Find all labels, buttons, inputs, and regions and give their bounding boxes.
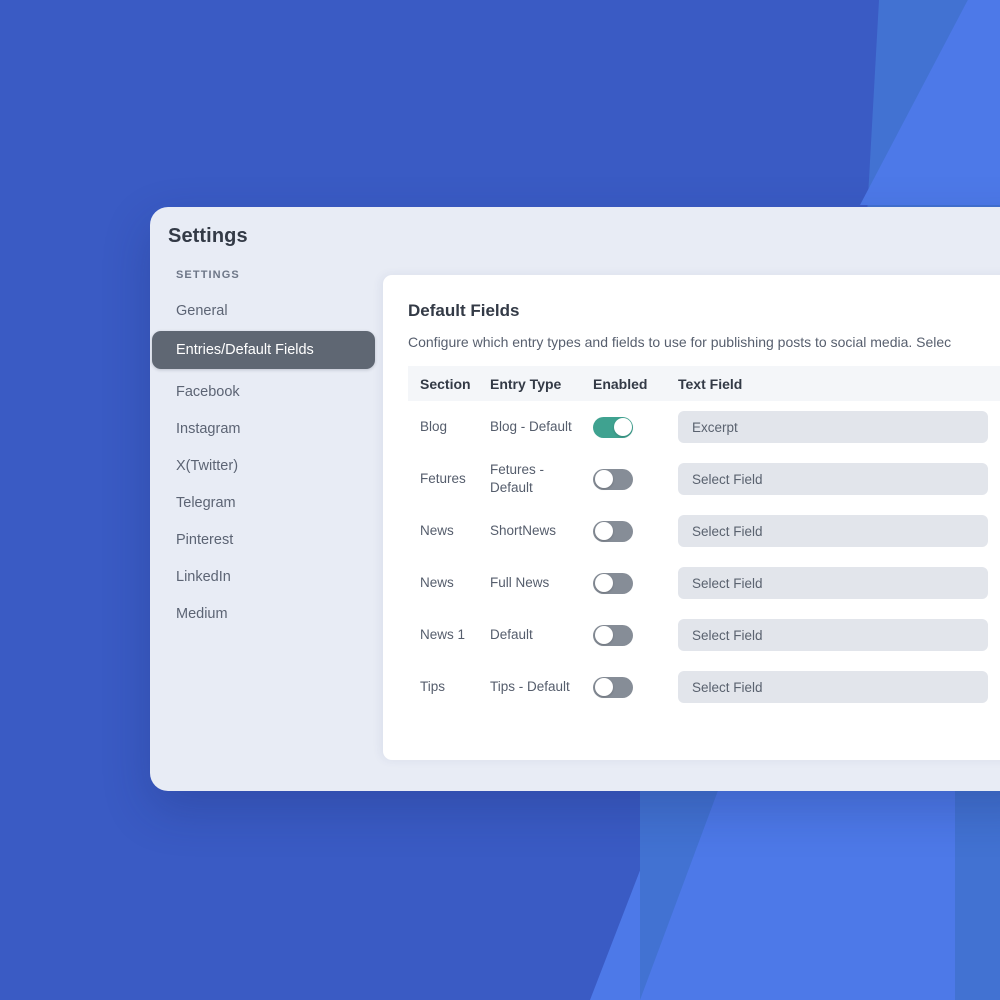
sidebar-item-pinterest[interactable]: Pinterest <box>152 523 375 557</box>
enabled-toggle[interactable] <box>593 624 633 646</box>
table-row: News 1 Default Select Field <box>408 609 1000 661</box>
column-header-enabled: Enabled <box>593 375 648 392</box>
cell-text-field: Select Field <box>678 463 988 495</box>
enabled-toggle[interactable] <box>593 416 633 438</box>
sidebar-item-facebook[interactable]: Facebook <box>152 375 375 409</box>
cell-enabled <box>593 520 678 542</box>
cell-enabled <box>593 624 678 646</box>
enabled-toggle[interactable] <box>593 468 633 490</box>
cell-text-field: Select Field <box>678 515 988 547</box>
table-row: Tips Tips - Default Select Field <box>408 661 1000 713</box>
text-field-select[interactable]: Select Field <box>678 463 988 495</box>
cell-text-field: Excerpt <box>678 411 988 443</box>
cell-enabled <box>593 676 678 698</box>
panel-title: Default Fields <box>408 301 520 320</box>
sidebar-group-label: SETTINGS <box>176 269 240 281</box>
text-field-select[interactable]: Select Field <box>678 515 988 547</box>
column-header-section: Section <box>420 375 471 392</box>
background-wedge-far-right <box>955 760 1000 1000</box>
sidebar-item-general[interactable]: General <box>152 294 375 328</box>
cell-text-field: Select Field <box>678 619 988 651</box>
text-field-select[interactable]: Excerpt <box>678 411 988 443</box>
cell-entry-type: Blog - Default <box>490 419 572 434</box>
cell-enabled <box>593 572 678 594</box>
default-fields-table: Section Entry Type Enabled Text Field Bl… <box>408 366 1000 713</box>
sidebar-item-linkedin[interactable]: LinkedIn <box>152 560 375 594</box>
table-header-row: Section Entry Type Enabled Text Field <box>408 366 1000 401</box>
cell-entry-type: Full News <box>490 575 550 590</box>
text-field-select[interactable]: Select Field <box>678 619 988 651</box>
toggle-knob-icon <box>594 626 613 644</box>
column-header-text-field: Text Field <box>678 375 743 392</box>
panel-description: Configure which entry types and fields t… <box>408 334 952 350</box>
column-header-entry-type: Entry Type <box>490 375 562 392</box>
cell-enabled <box>593 468 678 490</box>
sidebar-item-x-twitter[interactable]: X(Twitter) <box>152 449 375 483</box>
cell-entry-type: ShortNews <box>490 523 557 538</box>
screenshot-stage: Settings SETTINGS General Entries/Defaul… <box>0 0 1000 1000</box>
cell-section: Fetures <box>420 471 466 486</box>
enabled-toggle[interactable] <box>593 572 633 594</box>
sidebar-item-telegram[interactable]: Telegram <box>152 486 375 520</box>
settings-sidebar: SETTINGS General Entries/Default Fields … <box>150 269 383 634</box>
sidebar-item-medium[interactable]: Medium <box>152 597 375 631</box>
toggle-knob-icon <box>594 678 613 696</box>
table-row: News ShortNews Select Field <box>408 505 1000 557</box>
text-field-select[interactable]: Select Field <box>678 567 988 599</box>
table-row: News Full News Select Field <box>408 557 1000 609</box>
page-title: Settings <box>168 225 248 247</box>
cell-section: Blog <box>420 419 448 434</box>
sidebar-item-instagram[interactable]: Instagram <box>152 412 375 446</box>
sidebar-item-entries-default-fields[interactable]: Entries/Default Fields <box>152 331 375 369</box>
cell-enabled <box>593 416 678 438</box>
cell-section: News 1 <box>420 627 466 642</box>
settings-card: Settings SETTINGS General Entries/Defaul… <box>150 207 1000 791</box>
toggle-knob-icon <box>594 574 613 592</box>
content-panel: Default Fields Configure which entry typ… <box>383 275 1000 760</box>
table-row: Blog Blog - Default Excerpt <box>408 401 1000 453</box>
toggle-knob-icon <box>613 418 632 436</box>
cell-entry-type: Tips - Default <box>490 679 570 694</box>
cell-text-field: Select Field <box>678 567 988 599</box>
text-field-select[interactable]: Select Field <box>678 671 988 703</box>
cell-entry-type: Default <box>490 627 533 642</box>
cell-section: News <box>420 523 454 538</box>
cell-text-field: Select Field <box>678 671 988 703</box>
toggle-knob-icon <box>594 522 613 540</box>
cell-section: News <box>420 575 454 590</box>
enabled-toggle[interactable] <box>593 676 633 698</box>
cell-section: Tips <box>420 679 446 694</box>
table-row: Fetures Fetures - Default Select Field <box>408 453 1000 505</box>
enabled-toggle[interactable] <box>593 520 633 542</box>
cell-entry-type: Fetures - Default <box>490 462 545 495</box>
toggle-knob-icon <box>594 470 613 488</box>
